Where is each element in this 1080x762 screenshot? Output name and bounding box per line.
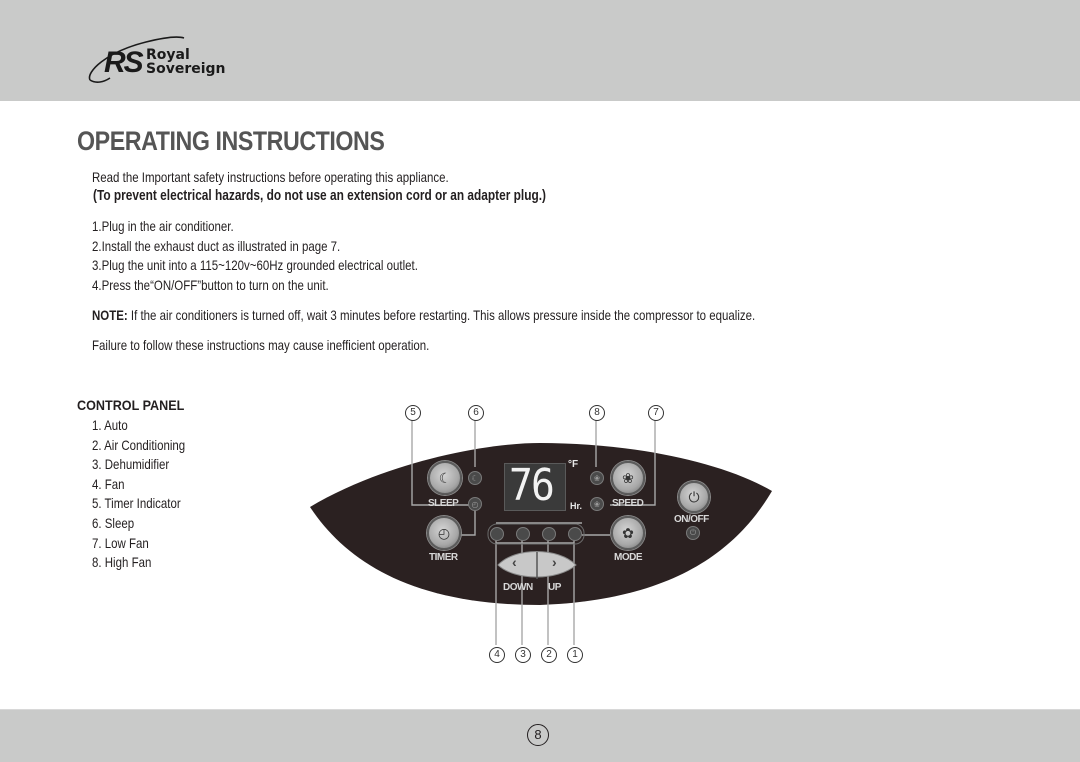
legend-item: 6. Sleep [92, 514, 135, 531]
down-label: DOWN [503, 582, 533, 593]
legend-item: 3. Dehumidifier [92, 456, 170, 473]
step-2: 2.Install the exhaust duct as illustrate… [92, 238, 341, 254]
sleep-icon: ☾ [438, 469, 452, 486]
on-off-button[interactable]: ⏻ [678, 481, 710, 513]
fan-icon: ❀ [622, 469, 634, 486]
legend-item: 4. Fan [92, 475, 125, 492]
control-panel-diagram: 5 6 8 7 ☾ SLEEP ☾ ◴ ◴ TIMER 76 °F Hr. ❀ … [300, 395, 780, 670]
mode-button[interactable]: ✿ [611, 516, 645, 550]
step-1: 1.Plug in the air conditioner. [92, 218, 234, 234]
warning-text: (To prevent electrical hazards, do not u… [93, 188, 547, 204]
legend-item: 7. Low Fan [92, 534, 149, 551]
sleep-label: SLEEP [428, 498, 459, 509]
legend-item: 8. High Fan [92, 554, 152, 571]
sleep-led-icon: ☾ [471, 473, 479, 483]
callout-7: 7 [648, 405, 664, 421]
down-arrow-icon[interactable]: ‹ [512, 554, 517, 570]
failure-text: Failure to follow these instructions may… [92, 337, 430, 353]
note-label: NOTE: [92, 307, 128, 323]
up-arrow-icon[interactable]: › [552, 554, 557, 570]
step-4: 4.Press the“ON/OFF”button to turn on the… [92, 277, 329, 293]
low-fan-icon: ❀ [593, 499, 601, 509]
callout-5: 5 [405, 405, 421, 421]
callout-2: 2 [541, 647, 557, 663]
control-panel-title: CONTROL PANEL [77, 397, 185, 413]
sleep-button[interactable]: ☾ [428, 461, 462, 495]
logo-wordmark: Royal Sovereign [146, 48, 226, 76]
power-led-icon: ⏻ [689, 528, 697, 537]
power-indicator-led: ⏻ [686, 526, 700, 540]
timer-label: TIMER [429, 552, 458, 563]
power-icon: ⏻ [688, 488, 700, 505]
unit-fahrenheit: °F [568, 459, 579, 470]
clock-icon: ◴ [437, 524, 451, 541]
high-fan-icon: ❀ [593, 473, 601, 483]
callout-1: 1 [567, 647, 583, 663]
timer-indicator-led: ◴ [468, 497, 482, 511]
speed-button[interactable]: ❀ [611, 461, 645, 495]
note: NOTE: If the air conditioners is turned … [92, 307, 755, 323]
fan-mode-led [490, 527, 504, 541]
timer-led-icon: ◴ [471, 499, 479, 509]
callout-6: 6 [468, 405, 484, 421]
unit-hours: Hr. [570, 501, 583, 511]
legend-item: 1. Auto [92, 417, 128, 433]
up-label: UP [548, 582, 561, 593]
step-3: 3.Plug the unit into a 115~120v~60Hz gro… [92, 257, 418, 273]
logo-line-2: Sovereign [146, 61, 226, 77]
temperature-display: 76 [504, 460, 566, 511]
page-number: 8 [527, 724, 549, 746]
callout-3: 3 [515, 647, 531, 663]
logo-line-1: Royal [146, 47, 190, 63]
control-panel-legend: 1. Auto 2. Air Conditioning 3. Dehumidif… [92, 416, 206, 573]
low-fan-led: ❀ [590, 497, 604, 511]
mode-icon: ✿ [622, 524, 634, 541]
intro-text: Read the Important safety instructions b… [92, 169, 449, 185]
dehumidifier-mode-led [516, 527, 530, 541]
mode-label: MODE [614, 552, 643, 563]
legend-item: 2. Air Conditioning [92, 436, 186, 453]
on-off-label: ON/OFF [674, 514, 709, 525]
high-fan-led: ❀ [590, 471, 604, 485]
note-text: If the air conditioners is turned off, w… [127, 307, 756, 323]
legend-item: 5. Timer Indicator [92, 495, 181, 512]
cooling-mode-led [542, 527, 556, 541]
auto-mode-led [568, 527, 582, 541]
display-value: 76 [509, 460, 555, 511]
callout-4: 4 [489, 647, 505, 663]
panel-shape [310, 419, 772, 645]
brand-logo: RS Royal Sovereign [86, 34, 236, 89]
page-title: OPERATING INSTRUCTIONS [77, 126, 385, 156]
callout-8: 8 [589, 405, 605, 421]
speed-label: SPEED [612, 498, 644, 509]
timer-button[interactable]: ◴ [427, 516, 461, 550]
sleep-indicator-led: ☾ [468, 471, 482, 485]
logo-monogram: RS [104, 46, 144, 79]
